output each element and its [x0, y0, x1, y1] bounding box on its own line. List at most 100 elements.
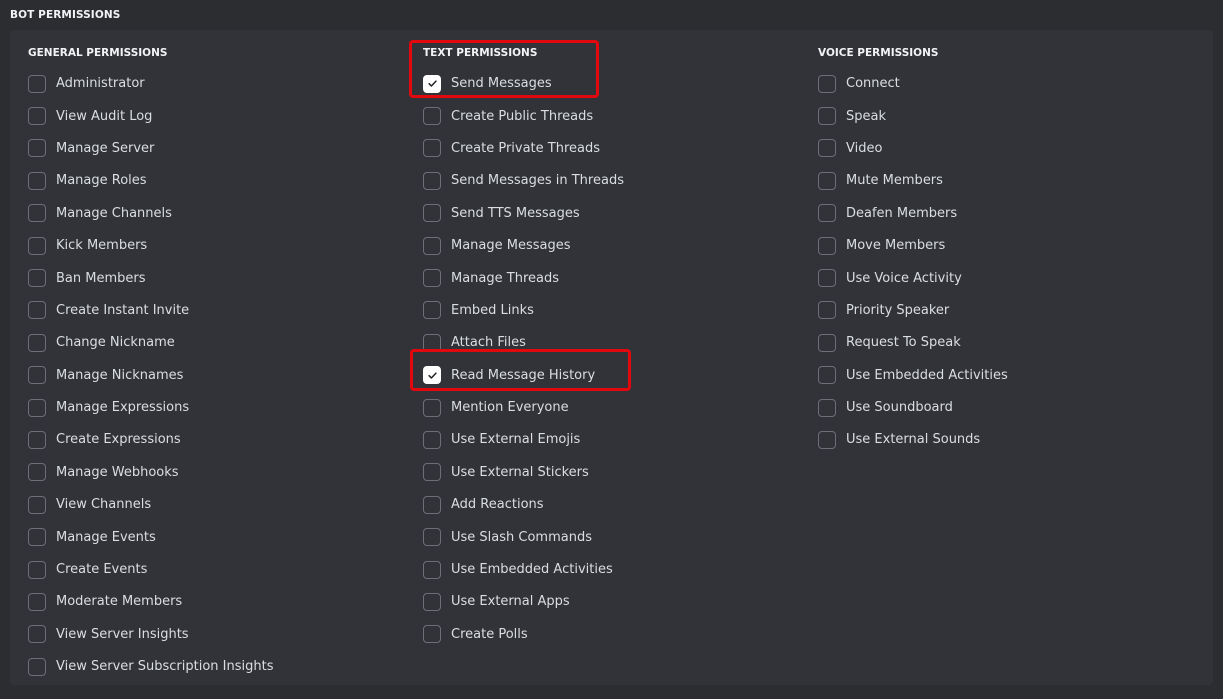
- permission-use-embedded-activities[interactable]: Use Embedded Activities: [423, 554, 803, 586]
- permission-manage-webhooks[interactable]: Manage Webhooks: [28, 457, 408, 489]
- permission-checkbox[interactable]: [423, 107, 441, 126]
- permission-checkbox[interactable]: [423, 139, 441, 158]
- permission-checkbox[interactable]: [28, 74, 46, 93]
- permission-checkbox[interactable]: [423, 333, 441, 352]
- permission-create-instant-invite[interactable]: Create Instant Invite: [28, 295, 408, 327]
- permission-create-expressions[interactable]: Create Expressions: [28, 424, 408, 456]
- permission-administrator[interactable]: Administrator: [28, 68, 408, 100]
- permission-checkbox[interactable]: [28, 560, 46, 579]
- permission-send-messages[interactable]: Send Messages: [423, 68, 803, 100]
- permission-view-channels[interactable]: View Channels: [28, 489, 408, 521]
- permission-checkbox[interactable]: [423, 301, 441, 320]
- permission-checkbox[interactable]: [423, 74, 441, 93]
- permission-manage-nicknames[interactable]: Manage Nicknames: [28, 360, 408, 392]
- permission-checkbox[interactable]: [423, 366, 441, 385]
- permission-view-server-insights[interactable]: View Server Insights: [28, 619, 408, 651]
- permission-checkbox[interactable]: [818, 236, 836, 255]
- permission-use-embedded-activities[interactable]: Use Embedded Activities: [818, 360, 1198, 392]
- permission-mute-members[interactable]: Mute Members: [818, 165, 1198, 197]
- permission-checkbox[interactable]: [818, 333, 836, 352]
- permission-use-voice-activity[interactable]: Use Voice Activity: [818, 262, 1198, 294]
- permission-view-server-subscription-insights[interactable]: View Server Subscription Insights: [28, 651, 408, 683]
- permission-use-external-sounds[interactable]: Use External Sounds: [818, 424, 1198, 456]
- permission-use-slash-commands[interactable]: Use Slash Commands: [423, 521, 803, 553]
- permission-kick-members[interactable]: Kick Members: [28, 230, 408, 262]
- permission-manage-messages[interactable]: Manage Messages: [423, 230, 803, 262]
- permission-checkbox[interactable]: [423, 269, 441, 288]
- permission-attach-files[interactable]: Attach Files: [423, 327, 803, 359]
- permission-checkbox[interactable]: [423, 430, 441, 449]
- permission-checkbox[interactable]: [28, 430, 46, 449]
- permission-use-external-apps[interactable]: Use External Apps: [423, 586, 803, 618]
- permission-checkbox[interactable]: [818, 74, 836, 93]
- permission-use-external-emojis[interactable]: Use External Emojis: [423, 424, 803, 456]
- permission-checkbox[interactable]: [423, 204, 441, 223]
- permission-send-tts-messages[interactable]: Send TTS Messages: [423, 198, 803, 230]
- permission-checkbox[interactable]: [423, 236, 441, 255]
- permission-connect[interactable]: Connect: [818, 68, 1198, 100]
- permission-checkbox[interactable]: [28, 269, 46, 288]
- permission-checkbox[interactable]: [28, 495, 46, 514]
- permission-create-events[interactable]: Create Events: [28, 554, 408, 586]
- permission-checkbox[interactable]: [423, 171, 441, 190]
- permission-checkbox[interactable]: [818, 171, 836, 190]
- permission-checkbox[interactable]: [423, 398, 441, 417]
- permission-move-members[interactable]: Move Members: [818, 230, 1198, 262]
- permission-checkbox[interactable]: [28, 625, 46, 644]
- permission-checkbox[interactable]: [818, 366, 836, 385]
- permission-read-message-history[interactable]: Read Message History: [423, 360, 803, 392]
- permission-manage-events[interactable]: Manage Events: [28, 521, 408, 553]
- permission-create-public-threads[interactable]: Create Public Threads: [423, 100, 803, 132]
- permission-speak[interactable]: Speak: [818, 100, 1198, 132]
- permission-create-private-threads[interactable]: Create Private Threads: [423, 133, 803, 165]
- permission-manage-expressions[interactable]: Manage Expressions: [28, 392, 408, 424]
- permission-send-messages-in-threads[interactable]: Send Messages in Threads: [423, 165, 803, 197]
- permission-view-audit-log[interactable]: View Audit Log: [28, 100, 408, 132]
- permission-checkbox[interactable]: [423, 495, 441, 514]
- permission-change-nickname[interactable]: Change Nickname: [28, 327, 408, 359]
- permission-checkbox[interactable]: [423, 463, 441, 482]
- permission-checkbox[interactable]: [28, 366, 46, 385]
- permission-label: Ban Members: [56, 270, 146, 286]
- permission-manage-threads[interactable]: Manage Threads: [423, 262, 803, 294]
- permission-checkbox[interactable]: [818, 204, 836, 223]
- permission-checkbox[interactable]: [28, 333, 46, 352]
- permission-request-to-speak[interactable]: Request To Speak: [818, 327, 1198, 359]
- permission-checkbox[interactable]: [423, 528, 441, 547]
- permission-moderate-members[interactable]: Moderate Members: [28, 586, 408, 618]
- permission-use-soundboard[interactable]: Use Soundboard: [818, 392, 1198, 424]
- permission-checkbox[interactable]: [818, 107, 836, 126]
- permission-mention-everyone[interactable]: Mention Everyone: [423, 392, 803, 424]
- voice-permissions-column: VOICE PERMISSIONS Connect Speak Video Mute …: [818, 46, 1198, 457]
- permission-checkbox[interactable]: [28, 204, 46, 223]
- permission-checkbox[interactable]: [28, 139, 46, 158]
- permission-checkbox[interactable]: [28, 301, 46, 320]
- permission-checkbox[interactable]: [423, 625, 441, 644]
- permission-checkbox[interactable]: [818, 269, 836, 288]
- permission-checkbox[interactable]: [818, 430, 836, 449]
- permission-create-polls[interactable]: Create Polls: [423, 619, 803, 651]
- permission-ban-members[interactable]: Ban Members: [28, 262, 408, 294]
- permission-manage-channels[interactable]: Manage Channels: [28, 198, 408, 230]
- permission-use-external-stickers[interactable]: Use External Stickers: [423, 457, 803, 489]
- permission-checkbox[interactable]: [818, 398, 836, 417]
- permission-checkbox[interactable]: [818, 139, 836, 158]
- permission-priority-speaker[interactable]: Priority Speaker: [818, 295, 1198, 327]
- permission-add-reactions[interactable]: Add Reactions: [423, 489, 803, 521]
- permission-checkbox[interactable]: [28, 236, 46, 255]
- permission-embed-links[interactable]: Embed Links: [423, 295, 803, 327]
- permission-manage-server[interactable]: Manage Server: [28, 133, 408, 165]
- permission-checkbox[interactable]: [423, 560, 441, 579]
- permission-checkbox[interactable]: [28, 463, 46, 482]
- permission-manage-roles[interactable]: Manage Roles: [28, 165, 408, 197]
- permission-deafen-members[interactable]: Deafen Members: [818, 198, 1198, 230]
- permission-checkbox[interactable]: [28, 657, 46, 676]
- permission-checkbox[interactable]: [28, 171, 46, 190]
- permission-checkbox[interactable]: [818, 301, 836, 320]
- permission-checkbox[interactable]: [28, 592, 46, 611]
- permission-video[interactable]: Video: [818, 133, 1198, 165]
- permission-checkbox[interactable]: [423, 592, 441, 611]
- permission-checkbox[interactable]: [28, 528, 46, 547]
- permission-checkbox[interactable]: [28, 107, 46, 126]
- permission-checkbox[interactable]: [28, 398, 46, 417]
